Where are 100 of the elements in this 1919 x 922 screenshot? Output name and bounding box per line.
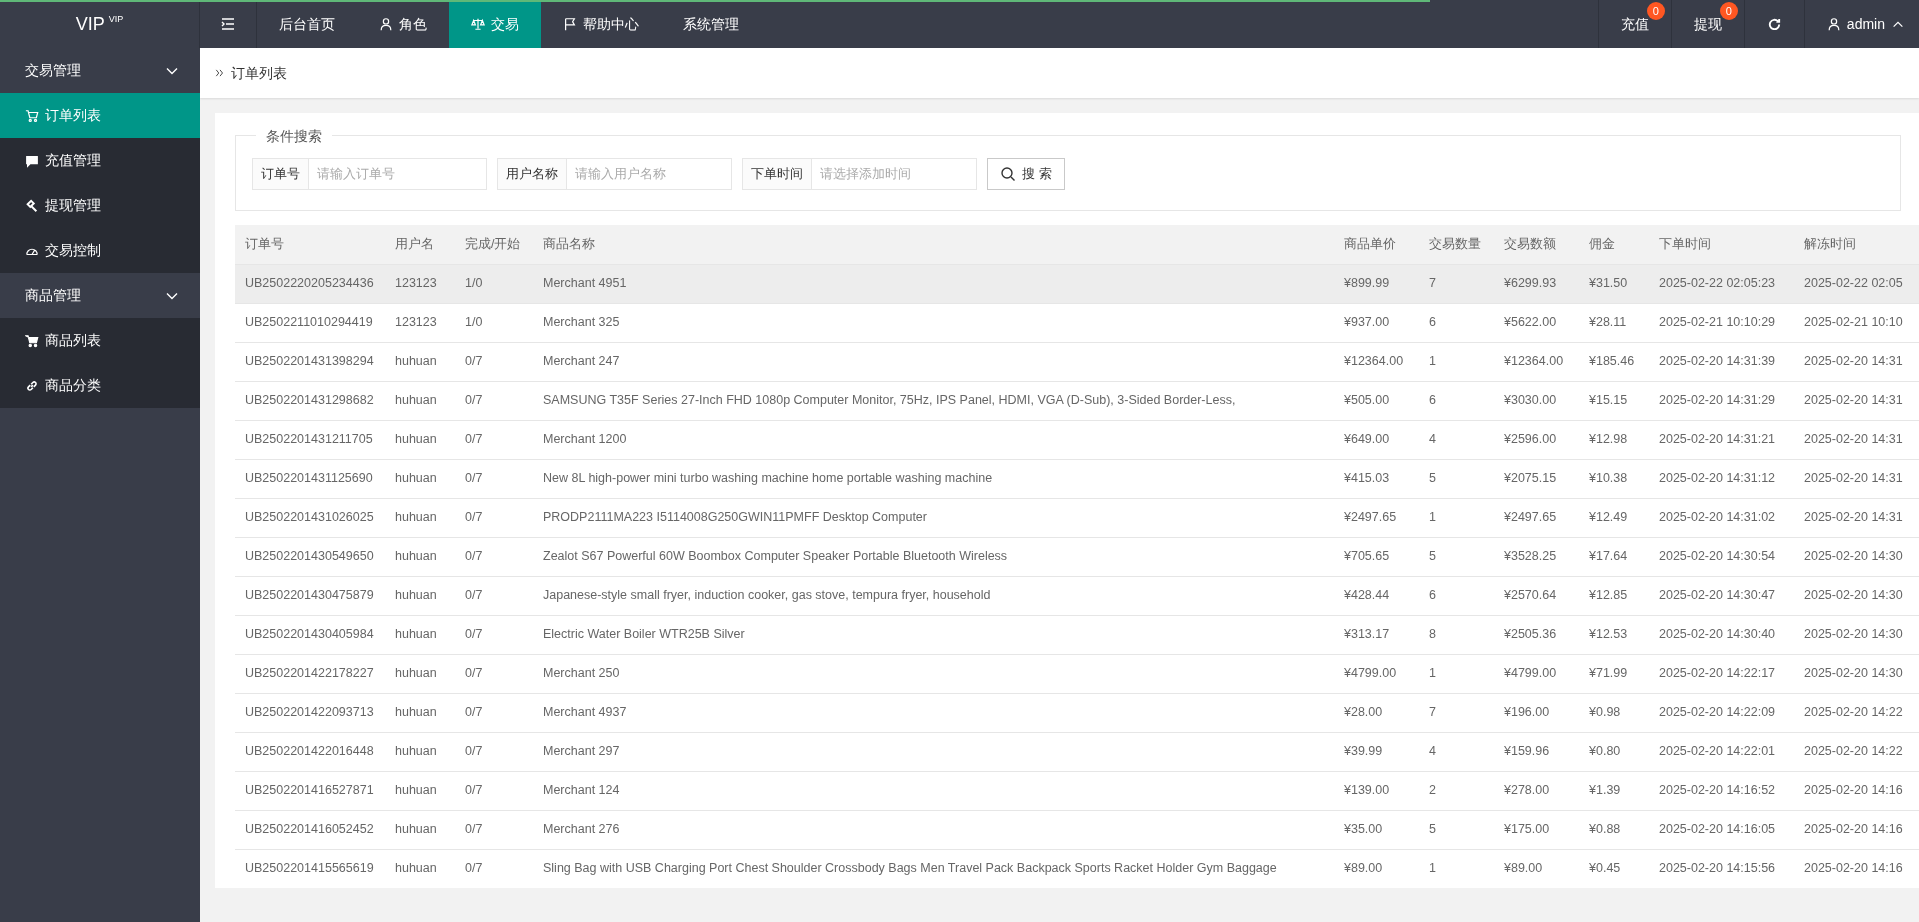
field-label: 订单号 bbox=[252, 158, 309, 190]
search-field[interactable]: 请选择添加时间 bbox=[812, 158, 977, 190]
table-cell: 6 bbox=[1419, 576, 1494, 615]
table-cell: 2025-02-20 14:30:47 bbox=[1649, 576, 1794, 615]
table-cell: ¥15.15 bbox=[1579, 381, 1649, 420]
table-cell: UB2502201422016448 bbox=[235, 732, 385, 771]
sidebar-item[interactable]: 充值管理 bbox=[0, 138, 200, 183]
table-cell: 2025-02-20 14:16 bbox=[1794, 849, 1919, 888]
table-cell: PRODP2111MA223 I5114008G250GWIN11PMFF Desktop Computer bbox=[533, 498, 1334, 537]
table-cell: 0/7 bbox=[455, 342, 533, 381]
table-cell: 0/7 bbox=[455, 693, 533, 732]
table-cell: 2025-02-20 14:30 bbox=[1794, 576, 1919, 615]
table-cell: ¥313.17 bbox=[1334, 615, 1419, 654]
table-cell: 2025-02-20 14:31 bbox=[1794, 498, 1919, 537]
table-cell: ¥12.49 bbox=[1579, 498, 1649, 537]
table-cell: huhuan bbox=[385, 342, 455, 381]
table-cell: UB2502201430475879 bbox=[235, 576, 385, 615]
table-cell: 2025-02-20 14:31:12 bbox=[1649, 459, 1794, 498]
table-cell: huhuan bbox=[385, 771, 455, 810]
table-cell: huhuan bbox=[385, 420, 455, 459]
table-cell: 0/7 bbox=[455, 771, 533, 810]
table-cell: 2025-02-20 14:22:17 bbox=[1649, 654, 1794, 693]
table-cell: UB2502201416052452 bbox=[235, 810, 385, 849]
table-cell: UB2502211010294419 bbox=[235, 303, 385, 342]
sidebar-item[interactable]: 商品列表 bbox=[0, 318, 200, 363]
breadcrumb-item[interactable]: 订单列表 bbox=[231, 62, 287, 84]
sidebar-item[interactable]: 交易控制 bbox=[0, 228, 200, 273]
table-cell: 0/7 bbox=[455, 615, 533, 654]
sidebar-item[interactable]: 商品分类 bbox=[0, 363, 200, 408]
sidebar-item[interactable]: 提现管理 bbox=[0, 183, 200, 228]
column-header[interactable]: 用户名 bbox=[385, 225, 455, 264]
table-cell: 6 bbox=[1419, 381, 1494, 420]
table-cell: 2025-02-20 14:30:40 bbox=[1649, 615, 1794, 654]
table-cell: 2025-02-20 14:31:02 bbox=[1649, 498, 1794, 537]
table-cell: Electric Water Boiler WTR25B Silver bbox=[533, 615, 1334, 654]
table-cell: 2025-02-20 14:16:52 bbox=[1649, 771, 1794, 810]
column-header[interactable]: 解冻时间 bbox=[1794, 225, 1919, 264]
count-badge: 0 bbox=[1646, 2, 1665, 20]
table-cell: ¥35.00 bbox=[1334, 810, 1419, 849]
cart-icon bbox=[25, 333, 39, 348]
table-cell: 2025-02-20 14:30:54 bbox=[1649, 537, 1794, 576]
table-cell: 2025-02-20 14:16 bbox=[1794, 771, 1919, 810]
table-cell: 1 bbox=[1419, 654, 1494, 693]
table-cell: Merchant 325 bbox=[533, 303, 1334, 342]
table-cell: 123123 bbox=[385, 264, 455, 303]
column-header[interactable]: 完成/开始 bbox=[455, 225, 533, 264]
table-cell: 0/7 bbox=[455, 498, 533, 537]
table-cell: ¥12.53 bbox=[1579, 615, 1649, 654]
table-cell: Merchant 276 bbox=[533, 810, 1334, 849]
nav-tab[interactable]: 交易 bbox=[449, 0, 541, 48]
table-cell: 2025-02-20 14:16:05 bbox=[1649, 810, 1794, 849]
table-cell: ¥71.99 bbox=[1579, 654, 1649, 693]
nav-tab[interactable]: 帮助中心 bbox=[541, 0, 661, 48]
table-cell: Japanese-style small fryer, induction cooker, gas stove, tempura fryer, household bbox=[533, 576, 1334, 615]
table-cell: UB2502201431398294 bbox=[235, 342, 385, 381]
column-header[interactable]: 订单号 bbox=[235, 225, 385, 264]
column-header[interactable]: 下单时间 bbox=[1649, 225, 1794, 264]
column-header[interactable]: 交易数额 bbox=[1494, 225, 1579, 264]
nav-tab[interactable]: 角色 bbox=[357, 0, 449, 48]
table-cell: 2025-02-20 14:22:01 bbox=[1649, 732, 1794, 771]
table-cell: ¥31.50 bbox=[1579, 264, 1649, 303]
table-cell: 2025-02-20 14:22:09 bbox=[1649, 693, 1794, 732]
table-cell: ¥2570.64 bbox=[1494, 576, 1579, 615]
sidebar-group[interactable]: 交易管理 bbox=[0, 48, 200, 93]
table-cell: 8 bbox=[1419, 615, 1494, 654]
table-cell: ¥175.00 bbox=[1494, 810, 1579, 849]
table-cell: Zealot S67 Powerful 60W Boombox Computer Speaker Portable Bluetooth Wireless bbox=[533, 537, 1334, 576]
table-cell: Merchant 4951 bbox=[533, 264, 1334, 303]
search-field[interactable]: 请输入订单号 bbox=[309, 158, 487, 190]
column-header[interactable]: 商品名称 bbox=[533, 225, 1334, 264]
table-cell: 0/7 bbox=[455, 537, 533, 576]
table-cell: ¥3528.25 bbox=[1494, 537, 1579, 576]
logo-text: VIP $^{VIP}$ bbox=[75, 12, 124, 36]
table-cell: 1/0 bbox=[455, 303, 533, 342]
table-cell: ¥899.99 bbox=[1334, 264, 1419, 303]
table-cell: huhuan bbox=[385, 615, 455, 654]
search-button[interactable]: 搜 索 bbox=[987, 158, 1065, 190]
table-cell: 1 bbox=[1419, 849, 1494, 888]
column-header[interactable]: 商品单价 bbox=[1334, 225, 1419, 264]
nav-tab[interactable]: 后台首页 bbox=[257, 0, 357, 48]
table-cell: UB2502201430405984 bbox=[235, 615, 385, 654]
table-cell: 1 bbox=[1419, 498, 1494, 537]
double-chevron-icon bbox=[215, 68, 225, 78]
table-cell: ¥2075.15 bbox=[1494, 459, 1579, 498]
table-cell: Sling Bag with USB Charging Port Chest Shoulder Crossbody Bags Men Travel Pack Backpack Sports Racket Holder Gym Baggage bbox=[533, 849, 1334, 888]
sidebar-item[interactable]: 订单列表 bbox=[0, 93, 200, 138]
search-field[interactable]: 请输入用户名称 bbox=[567, 158, 732, 190]
nav-tab[interactable]: 系统管理 bbox=[661, 0, 761, 48]
table-cell: UB2502201416527871 bbox=[235, 771, 385, 810]
column-header[interactable]: 佣金 bbox=[1579, 225, 1649, 264]
field-label: 用户名称 bbox=[497, 158, 567, 190]
column-header[interactable]: 交易数量 bbox=[1419, 225, 1494, 264]
table-cell: 0/7 bbox=[455, 420, 533, 459]
table-cell: 123123 bbox=[385, 303, 455, 342]
table-cell: 2025-02-20 14:31 bbox=[1794, 342, 1919, 381]
sidebar-group[interactable]: 商品管理 bbox=[0, 273, 200, 318]
table-cell: UB2502201430549650 bbox=[235, 537, 385, 576]
table-cell: ¥278.00 bbox=[1494, 771, 1579, 810]
table-cell: SAMSUNG T35F Series 27-Inch FHD 1080p Computer Monitor, 75Hz, IPS Panel, HDMI, VGA (D-Sub), 3-Sided Border-Less, bbox=[533, 381, 1334, 420]
table-cell: 4 bbox=[1419, 420, 1494, 459]
